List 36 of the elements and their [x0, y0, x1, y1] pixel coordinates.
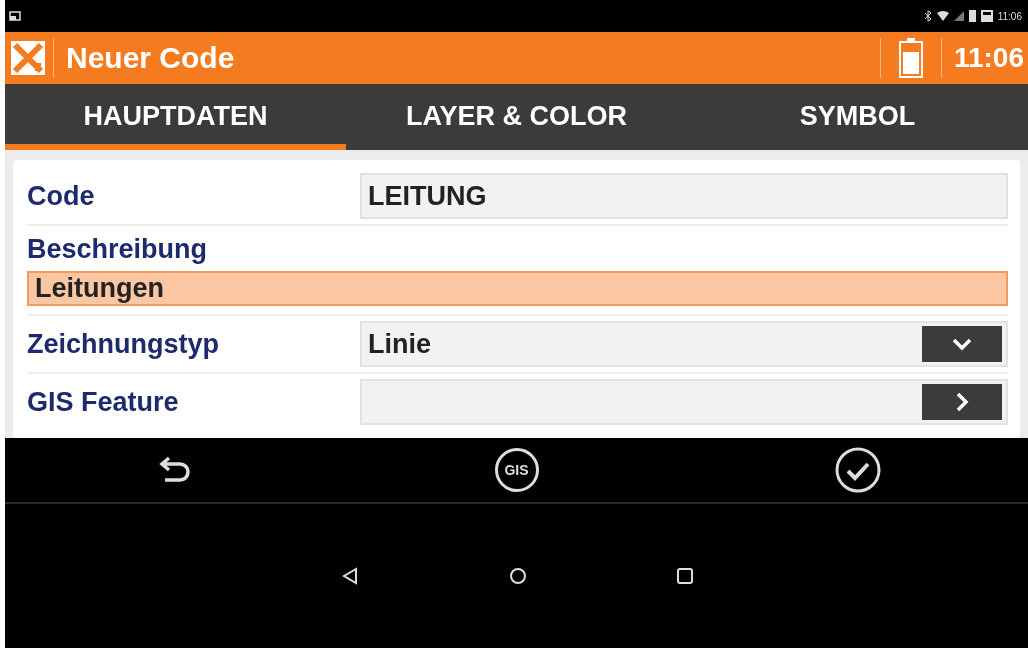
clock: 11:06: [952, 42, 1025, 74]
tab[interactable]: LAYER & COLOR: [346, 84, 687, 150]
battery-icon: [968, 10, 976, 22]
open-button[interactable]: [922, 384, 1002, 420]
notification-icon: [9, 11, 21, 21]
back-icon: [340, 567, 359, 585]
home-button[interactable]: [508, 567, 527, 585]
recents-button[interactable]: [676, 568, 693, 584]
back-button[interactable]: [340, 567, 359, 585]
signal-icon: [953, 11, 964, 21]
field-label: Zeichnungstyp: [27, 328, 220, 360]
dropdown-button[interactable]: [922, 326, 1002, 362]
wifi-icon: [936, 11, 949, 21]
field-label: Code: [27, 180, 96, 212]
bluetooth-icon: [923, 10, 932, 22]
battery-icon: [898, 38, 923, 78]
gis-button[interactable]: GIS: [494, 448, 539, 492]
app-logo-icon: [11, 41, 45, 75]
dropdown-field[interactable]: Linie: [360, 321, 1008, 367]
image-icon: [980, 10, 993, 22]
chevron-right-icon: [955, 391, 969, 413]
check-circle-icon: [834, 447, 881, 493]
tab[interactable]: SYMBOL: [687, 84, 1028, 150]
status-time: 11:06: [997, 10, 1022, 22]
field-label: Beschreibung: [27, 234, 209, 265]
input-field[interactable]: Leitungen: [27, 271, 1008, 306]
recents-icon: [676, 568, 693, 584]
undo-icon: [158, 456, 193, 484]
undo-button[interactable]: [158, 456, 193, 484]
home-icon: [508, 567, 527, 585]
screen-title: Neuer Code: [65, 41, 236, 75]
chevron-down-icon: [951, 337, 973, 351]
confirm-button[interactable]: [834, 447, 881, 493]
selector-field[interactable]: [360, 379, 1008, 425]
field-label: GIS Feature: [27, 386, 180, 418]
input-field[interactable]: LEITUNG: [360, 173, 1008, 219]
